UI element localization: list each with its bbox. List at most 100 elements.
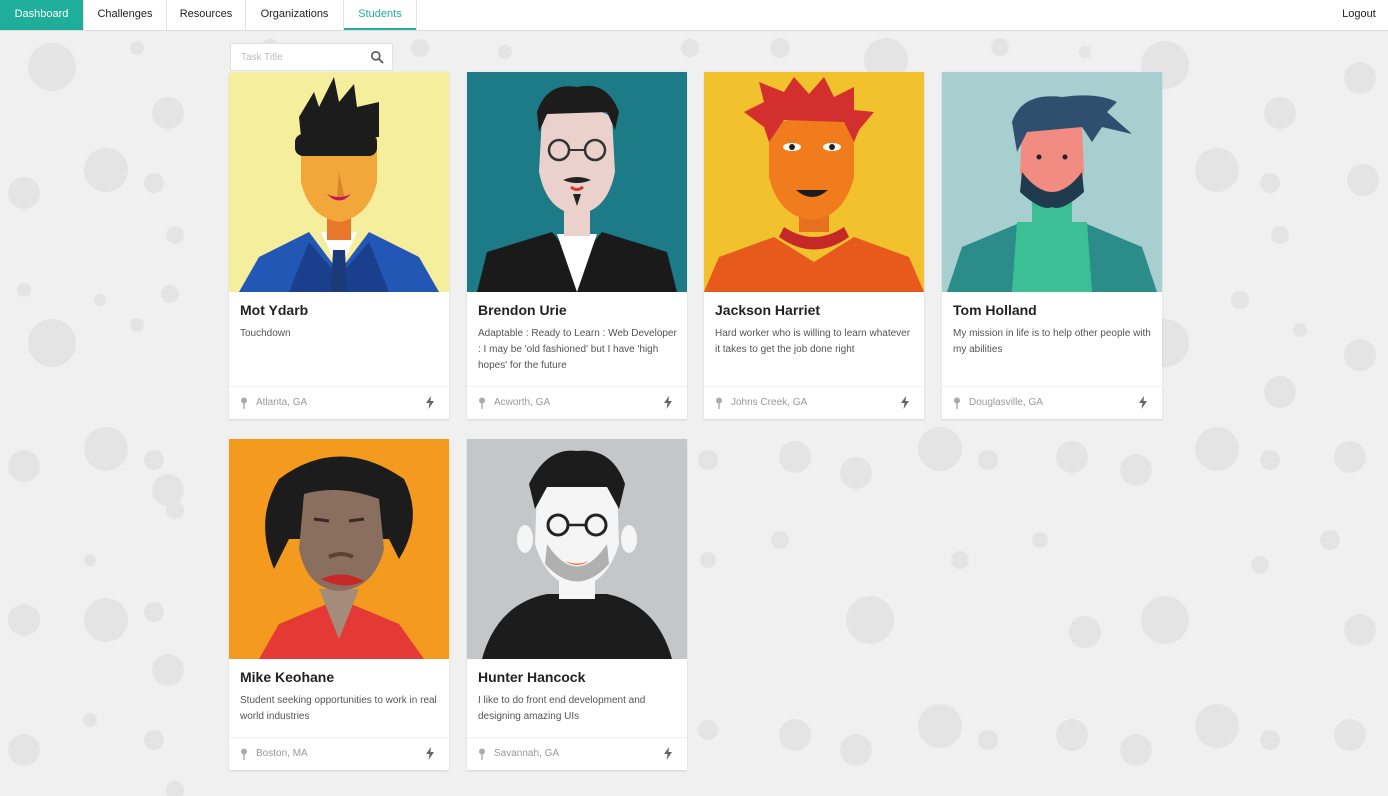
background-dot (166, 226, 184, 244)
background-dot (846, 596, 894, 644)
background-dot (1293, 323, 1307, 337)
background-dot (144, 730, 164, 750)
student-bio: Student seeking opportunities to work in… (240, 695, 437, 722)
lightning-bolt-icon[interactable] (1138, 396, 1148, 409)
background-dot (978, 730, 998, 750)
student-name[interactable]: Jackson Harriet (715, 302, 820, 318)
student-name[interactable]: Brendon Urie (478, 302, 567, 318)
nav-organizations[interactable]: Organizations (246, 0, 343, 30)
background-dot (83, 713, 97, 727)
background-dot (1231, 291, 1249, 309)
nav-resources[interactable]: Resources (167, 0, 245, 30)
student-name[interactable]: Hunter Hancock (478, 669, 585, 685)
background-dot (1344, 614, 1376, 646)
background-dot (166, 501, 184, 519)
background-dot (28, 319, 76, 367)
nav-divider (416, 0, 417, 30)
card-footer: Johns Creek, GA (704, 386, 924, 419)
background-dot (771, 531, 789, 549)
student-name[interactable]: Mot Ydarb (240, 302, 308, 318)
background-dot (698, 450, 718, 470)
background-dot (1195, 704, 1239, 748)
card-footer: Atlanta, GA (229, 386, 449, 419)
student-location: Atlanta, GA (256, 397, 308, 408)
background-dot (1195, 427, 1239, 471)
background-dot (1260, 730, 1280, 750)
background-dot (8, 177, 40, 209)
background-dot (1056, 719, 1088, 751)
background-dot (1260, 173, 1280, 193)
background-dot (152, 474, 184, 506)
background-dot (1347, 164, 1379, 196)
card-footer: Douglasville, GA (942, 386, 1162, 419)
background-dot (978, 450, 998, 470)
student-name[interactable]: Mike Keohane (240, 669, 334, 685)
student-card[interactable]: Mike Keohane Student seeking opportuniti… (229, 439, 449, 770)
background-dot (1120, 734, 1152, 766)
background-dot (84, 148, 128, 192)
background-dot (1056, 441, 1088, 473)
background-dot (1264, 376, 1296, 408)
nav-dashboard[interactable]: Dashboard (0, 0, 83, 30)
student-card[interactable]: Brendon Urie Adaptable : Ready to Learn … (467, 72, 687, 419)
nav-challenges[interactable]: Challenges (84, 0, 166, 30)
background-dot (84, 554, 96, 566)
card-footer: Boston, MA (229, 737, 449, 770)
background-dot (161, 285, 179, 303)
background-dot (411, 39, 429, 57)
nav-students[interactable]: Students (344, 0, 416, 30)
location-pin-icon (241, 397, 247, 409)
student-location: Johns Creek, GA (731, 397, 808, 408)
background-dot (1069, 616, 1101, 648)
lightning-bolt-icon[interactable] (425, 396, 435, 409)
student-location: Acworth, GA (494, 397, 551, 408)
student-bio: Adaptable : Ready to Learn : Web Develop… (478, 328, 677, 371)
avatar (467, 439, 687, 659)
student-name[interactable]: Tom Holland (953, 302, 1037, 318)
background-dot (152, 654, 184, 686)
student-card[interactable]: Jackson Harriet Hard worker who is willi… (704, 72, 924, 419)
student-location: Savannah, GA (494, 748, 560, 759)
lightning-bolt-icon[interactable] (663, 396, 673, 409)
background-dot (84, 598, 128, 642)
location-pin-icon (479, 748, 485, 760)
student-card[interactable]: Mot Ydarb Touchdown Atlanta, GA (229, 72, 449, 419)
lightning-bolt-icon[interactable] (900, 396, 910, 409)
background-dot (1334, 719, 1366, 751)
background-dot (1334, 441, 1366, 473)
avatar (704, 72, 924, 292)
top-nav: Dashboard Challenges Resources Organizat… (0, 0, 1388, 31)
background-dot (152, 97, 184, 129)
background-dot (698, 720, 718, 740)
background-dot (1271, 226, 1289, 244)
background-dot (130, 41, 144, 55)
background-dot (770, 38, 790, 58)
student-bio: Touchdown (240, 328, 291, 339)
search-icon[interactable] (370, 50, 384, 64)
background-dot (144, 450, 164, 470)
student-bio: My mission in life is to help other peop… (953, 328, 1151, 355)
background-dot (8, 734, 40, 766)
location-pin-icon (954, 397, 960, 409)
student-card[interactable]: Hunter Hancock I like to do front end de… (467, 439, 687, 770)
background-dot (991, 38, 1009, 56)
student-card[interactable]: Tom Holland My mission in life is to hel… (942, 72, 1162, 419)
background-dot (1344, 62, 1376, 94)
background-dot (918, 704, 962, 748)
avatar (467, 72, 687, 292)
location-pin-icon (479, 397, 485, 409)
background-dot (130, 318, 144, 332)
background-dot (166, 781, 184, 796)
background-dot (84, 427, 128, 471)
background-dot (17, 283, 31, 297)
background-dot (681, 39, 699, 57)
card-footer: Acworth, GA (467, 386, 687, 419)
lightning-bolt-icon[interactable] (663, 747, 673, 760)
background-dot (840, 457, 872, 489)
background-dot (94, 294, 106, 306)
search-input[interactable] (241, 49, 361, 66)
logout-link[interactable]: Logout (1330, 0, 1388, 30)
background-dot (1195, 148, 1239, 192)
background-dot (779, 441, 811, 473)
lightning-bolt-icon[interactable] (425, 747, 435, 760)
